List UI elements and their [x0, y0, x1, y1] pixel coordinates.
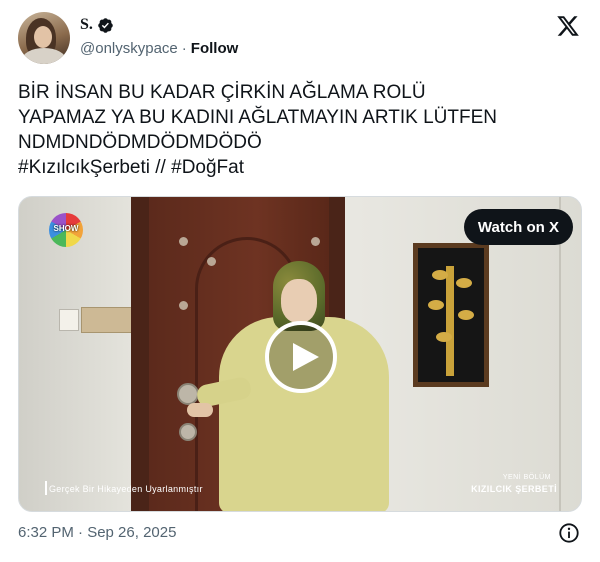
channel-logo-text: SHOW: [53, 224, 79, 233]
play-icon: [293, 343, 319, 371]
avatar[interactable]: [18, 12, 70, 64]
tweet-text: BİR İNSAN BU KADAR ÇİRKİN AĞLAMA ROLÜ YA…: [18, 80, 588, 180]
tweet-line: BİR İNSAN BU KADAR ÇİRKİN AĞLAMA ROLÜ: [18, 82, 426, 103]
follow-button[interactable]: Follow: [191, 40, 239, 57]
hashtag-link[interactable]: #KızılcıkŞerbeti: [18, 157, 150, 178]
timestamp[interactable]: 6:32 PM · Sep 26, 2025: [18, 524, 176, 541]
video-caption-episode: YENİ BÖLÜM: [502, 474, 551, 481]
info-icon[interactable]: [558, 522, 580, 544]
hashtag-separator: //: [150, 157, 172, 178]
watch-on-x-button[interactable]: Watch on X: [463, 209, 573, 245]
channel-logo: SHOW: [49, 213, 83, 247]
verified-badge-icon: [98, 17, 113, 33]
tweet-header: S. @onlyskypace · Follow: [18, 12, 582, 64]
tweet-line: YAPAMAZ YA BU KADINI AĞLATMAYIN ARTIK LÜ…: [18, 107, 497, 128]
caption-divider: [45, 481, 47, 495]
hashtags-line: #KızılcıkŞerbeti // #DoğFat: [18, 155, 588, 180]
door-lock: [179, 423, 197, 441]
video-caption-show-title: KIZILCIK ŞERBETİ: [471, 484, 557, 494]
wall-plate: [81, 307, 133, 333]
wall-painting: [413, 243, 489, 387]
tweet-footer: 6:32 PM · Sep 26, 2025: [18, 522, 582, 544]
video-player[interactable]: SHOW Watch on X Gerçek Bir Hikayeden Uya…: [18, 196, 582, 512]
play-button[interactable]: [265, 321, 337, 393]
video-caption-left: Gerçek Bir Hikayeden Uyarlanmıştır: [49, 484, 203, 494]
hashtag-link[interactable]: #DoğFat: [171, 157, 244, 178]
handle-row: @onlyskypace · Follow: [80, 40, 238, 57]
x-logo-icon[interactable]: [556, 14, 580, 38]
handle[interactable]: @onlyskypace: [80, 40, 178, 57]
light-switch: [59, 309, 79, 331]
display-name[interactable]: S.: [80, 16, 93, 34]
name-row: S.: [80, 16, 114, 34]
door-lock: [177, 383, 199, 405]
handle-separator: ·: [181, 40, 187, 57]
tweet-line: NDMDNDÖDMDÖDMDÖDÖ: [18, 132, 262, 153]
